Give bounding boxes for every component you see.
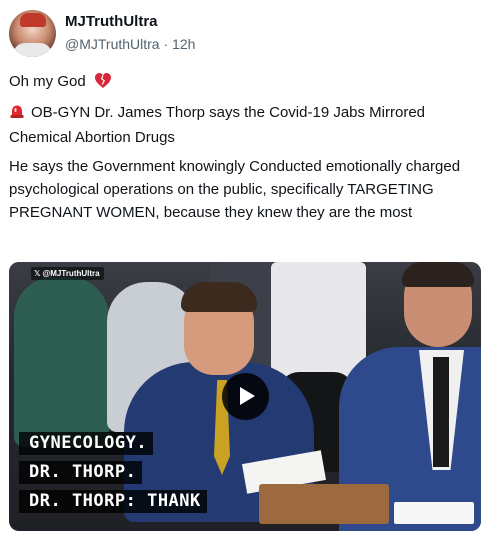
handle-line: @MJTruthUltra · 12h: [65, 36, 195, 52]
desk: [259, 484, 389, 524]
audience-person: [14, 277, 109, 447]
post-text-headline: OB-GYN Dr. James Thorp says the Covid-19…: [9, 104, 426, 146]
caption-line: GYNECOLOGY.: [19, 432, 154, 455]
post-text-oh-my-god: Oh my God: [9, 73, 86, 90]
separator: ·: [163, 36, 169, 52]
broken-heart-icon: [94, 72, 112, 96]
post-header: MJTruthUltra @MJTruthUltra · 12h: [9, 10, 479, 58]
avatar[interactable]: [9, 10, 56, 57]
siren-icon: [9, 103, 25, 126]
witness-hair: [402, 262, 474, 287]
video-player[interactable]: 𝕏 @MJTruthUltra GYNECOLOGY. DR. THORP. DR…: [9, 262, 481, 531]
watermark-text: @MJTruthUltra: [42, 269, 100, 278]
avatar-shirt: [13, 43, 52, 57]
post-text-line1: Oh my God: [9, 70, 475, 96]
post-text-body: He says the Government knowingly Conduct…: [9, 158, 461, 221]
witness-tie: [433, 357, 449, 467]
post-text-line2: OB-GYN Dr. James Thorp says the Covid-19…: [9, 101, 475, 149]
name-card: [394, 502, 474, 524]
caption-line: DR. THORP.: [19, 461, 143, 484]
handle[interactable]: @MJTruthUltra: [65, 36, 160, 52]
x-logo-icon: 𝕏: [34, 269, 41, 278]
caption-line: DR. THORP: THANK: [19, 490, 207, 513]
play-icon[interactable]: [222, 373, 269, 420]
display-name[interactable]: MJTruthUltra: [65, 13, 158, 30]
timestamp[interactable]: 12h: [172, 36, 195, 52]
speaker-hair: [181, 282, 257, 312]
video-watermark: 𝕏 @MJTruthUltra: [31, 267, 104, 280]
avatar-hat: [20, 13, 46, 27]
